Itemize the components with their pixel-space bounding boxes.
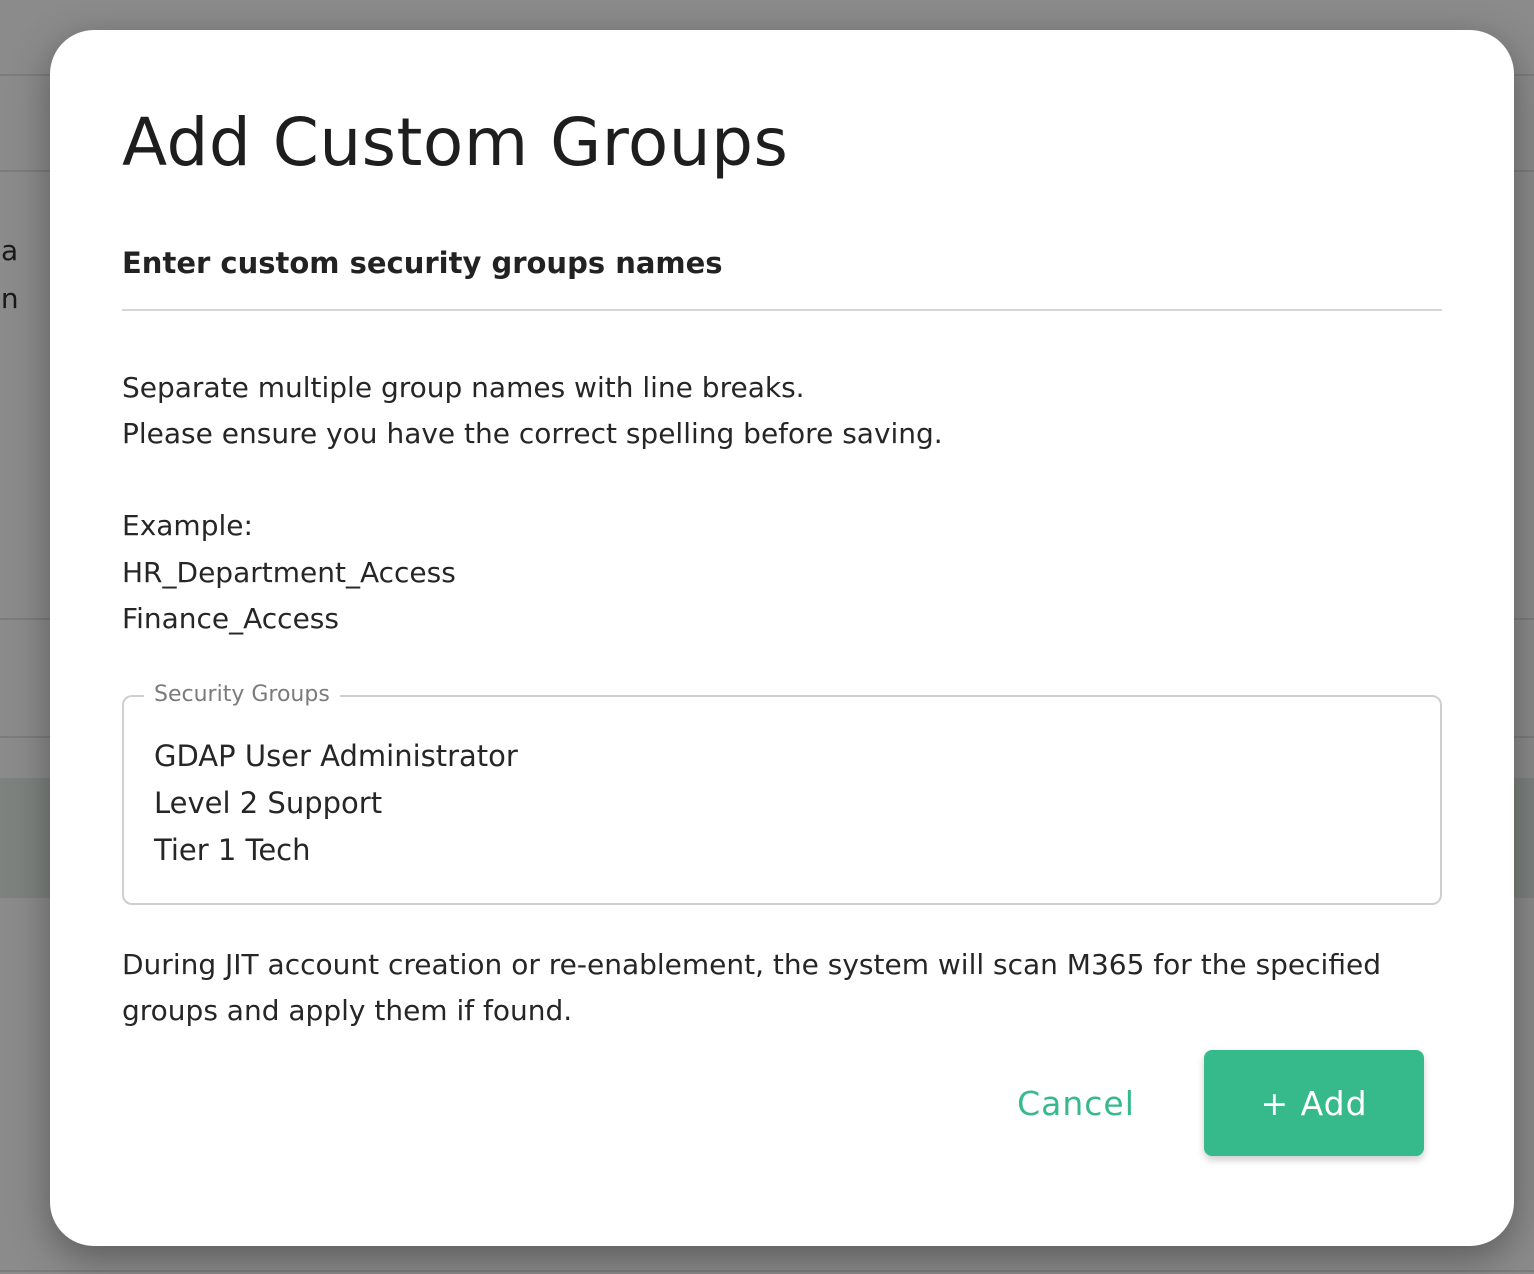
help-text: During JIT account creation or re-enable… [122, 948, 1381, 1027]
section-heading: Enter custom security groups names [122, 246, 723, 280]
security-group-entry: GDAP User Administrator [154, 739, 518, 773]
security-groups-label: Security Groups [144, 680, 340, 710]
dialog-title: Add Custom Groups [122, 104, 789, 181]
example-label: Example: [122, 509, 253, 542]
background-divider [0, 1270, 1534, 1272]
security-groups-value[interactable]: GDAP User Administrator Level 2 Support … [154, 733, 518, 874]
example-item: HR_Department_Access [122, 556, 456, 589]
security-group-entry: Tier 1 Tech [154, 833, 311, 867]
security-group-entry: Level 2 Support [154, 786, 383, 820]
security-groups-textarea[interactable]: Security Groups GDAP User Administrator … [122, 680, 1442, 905]
cancel-button[interactable]: Cancel [996, 1050, 1156, 1156]
section-divider [122, 309, 1442, 311]
instruction-text: Separate multiple group names with line … [122, 371, 805, 404]
add-custom-groups-dialog: Add Custom Groups Enter custom security … [50, 30, 1514, 1246]
instruction-text: Please ensure you have the correct spell… [122, 417, 943, 450]
add-button[interactable]: + Add [1204, 1050, 1424, 1156]
example-item: Finance_Access [122, 602, 339, 635]
